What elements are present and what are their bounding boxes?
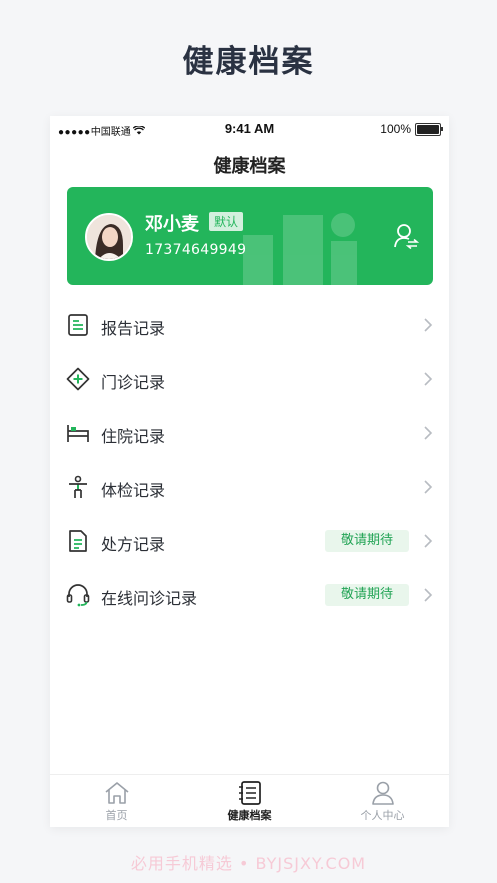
chevron-right-icon	[424, 372, 433, 386]
nav-title: 健康档案	[213, 156, 286, 177]
user-icon	[371, 781, 394, 805]
home-icon	[104, 782, 129, 804]
prescription-icon	[69, 530, 87, 552]
battery-status: 100%	[380, 122, 443, 136]
body-check-icon	[69, 475, 87, 498]
battery-icon	[415, 122, 443, 136]
menu-label: 处方记录	[101, 535, 166, 554]
chevron-right-icon	[424, 426, 433, 440]
avatar[interactable]	[85, 213, 133, 261]
switch-user-icon[interactable]	[393, 223, 419, 249]
health-record-icon	[238, 781, 261, 805]
menu-item-outpatient[interactable]: 门诊记录	[50, 352, 449, 406]
profile-card[interactable]: 邓小麦 默认 17374649949	[67, 187, 433, 285]
coming-soon-badge: 敬请期待	[325, 530, 409, 552]
menu-label: 在线问诊记录	[101, 589, 198, 608]
menu-label: 报告记录	[101, 319, 166, 338]
menu-label: 住院记录	[101, 427, 166, 446]
hospital-bed-icon	[67, 425, 89, 442]
menu-label: 体检记录	[101, 481, 166, 500]
battery-percent: 100%	[380, 122, 411, 136]
report-icon	[68, 314, 88, 336]
tab-label: 首页	[105, 809, 128, 822]
headset-icon	[66, 584, 90, 607]
tab-health-record[interactable]: 健康档案	[183, 775, 316, 827]
tab-profile[interactable]: 个人中心	[316, 775, 449, 827]
tab-label: 个人中心	[360, 809, 405, 822]
menu-item-report[interactable]: 报告记录	[50, 298, 449, 352]
menu-item-hospitalization[interactable]: 住院记录	[50, 406, 449, 460]
page-heading: 健康档案	[182, 44, 315, 80]
chevron-right-icon	[424, 534, 433, 548]
phone-screen: ●●●●●中国联通 9:41 AM 100% 健康档案 邓小麦 默认 17374…	[50, 116, 449, 827]
card-decoration-icon	[243, 213, 357, 285]
status-bar: ●●●●●中国联通 9:41 AM 100%	[50, 116, 449, 142]
watermark: 必用手机精选 • BYJSJXY.COM	[130, 854, 367, 873]
menu-item-prescription[interactable]: 处方记录 敬请期待	[50, 514, 449, 568]
menu-item-online-consult[interactable]: 在线问诊记录 敬请期待	[50, 568, 449, 622]
menu-label: 门诊记录	[101, 373, 166, 392]
user-phone: 17374649949	[145, 242, 247, 258]
chevron-right-icon	[424, 318, 433, 332]
chevron-right-icon	[424, 588, 433, 602]
chevron-right-icon	[424, 480, 433, 494]
outpatient-icon	[66, 367, 90, 391]
tab-label: 健康档案	[227, 809, 272, 822]
user-name: 邓小麦	[145, 214, 199, 235]
tab-bar: 首页 健康档案 个人中心	[50, 774, 449, 827]
default-badge: 默认	[209, 212, 244, 231]
coming-soon-badge: 敬请期待	[325, 584, 409, 606]
record-menu: 报告记录 门诊记录 住院记录 体检记录 处方记录 敬请期待 在线问诊记录 敬请期…	[50, 298, 449, 622]
tab-home[interactable]: 首页	[50, 775, 183, 827]
menu-item-physical-exam[interactable]: 体检记录	[50, 460, 449, 514]
